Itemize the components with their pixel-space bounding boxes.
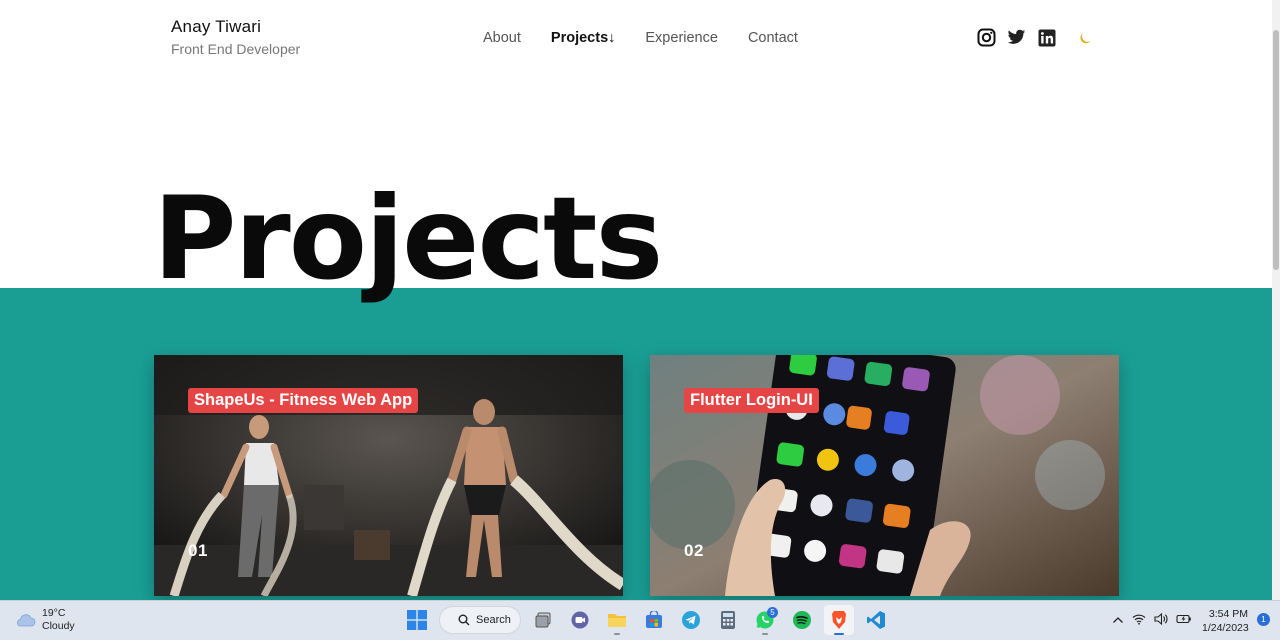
whatsapp-icon[interactable]: 5 bbox=[750, 605, 780, 635]
nav-contact[interactable]: Contact bbox=[748, 30, 798, 46]
wifi-icon[interactable] bbox=[1132, 612, 1146, 630]
windows-start-icon[interactable] bbox=[402, 605, 432, 635]
calculator-icon[interactable] bbox=[713, 605, 743, 635]
project-card-shapeus[interactable]: ShapeUs - Fitness Web App 01 bbox=[154, 355, 623, 596]
scrollbar-thumb[interactable] bbox=[1273, 30, 1279, 270]
whatsapp-badge: 5 bbox=[767, 607, 778, 618]
search-icon bbox=[458, 614, 470, 626]
clock-time: 3:54 PM bbox=[1208, 608, 1248, 620]
file-explorer-icon[interactable] bbox=[602, 605, 632, 635]
nav-projects[interactable]: Projects↓ bbox=[551, 30, 615, 46]
task-view-icon[interactable] bbox=[528, 605, 558, 635]
project-number: 01 bbox=[188, 541, 208, 560]
notification-badge[interactable]: 1 bbox=[1257, 613, 1270, 626]
social-links bbox=[977, 28, 1056, 47]
project-title[interactable]: ShapeUs - Fitness Web App bbox=[188, 388, 419, 413]
system-tray bbox=[1112, 612, 1192, 630]
twitter-icon[interactable] bbox=[1007, 28, 1026, 47]
taskbar-search[interactable]: Search bbox=[439, 606, 521, 634]
page-scrollbar[interactable] bbox=[1272, 0, 1280, 600]
weather-condition: Cloudy bbox=[42, 620, 75, 632]
nav-about[interactable]: About bbox=[483, 30, 521, 46]
site-header: Anay Tiwari Front End Developer About Pr… bbox=[0, 0, 1272, 80]
brand-role: Front End Developer bbox=[171, 41, 301, 57]
project-number: 02 bbox=[684, 541, 704, 560]
page-title: Projects bbox=[153, 172, 663, 305]
nav-experience[interactable]: Experience bbox=[645, 30, 718, 46]
instagram-icon[interactable] bbox=[977, 28, 996, 47]
taskbar-clock[interactable]: 3:54 PM 1/24/2023 bbox=[1202, 607, 1249, 635]
search-label: Search bbox=[476, 614, 511, 626]
weather-widget[interactable]: 19°C Cloudy bbox=[14, 607, 75, 633]
chevron-up-icon[interactable] bbox=[1112, 612, 1124, 630]
project-card-flutter-login[interactable]: Flutter Login-UI 02 bbox=[650, 355, 1119, 596]
main-nav: About Projects↓ Experience Contact bbox=[483, 30, 798, 46]
project-title[interactable]: Flutter Login-UI bbox=[684, 388, 819, 413]
windows-taskbar: 19°C Cloudy Search 5 3:54 PM 1/24/2023 1 bbox=[0, 600, 1280, 640]
vscode-icon[interactable] bbox=[861, 605, 891, 635]
brand[interactable]: Anay Tiwari Front End Developer bbox=[171, 17, 300, 57]
brand-name[interactable]: Anay Tiwari bbox=[171, 17, 300, 37]
telegram-icon[interactable] bbox=[676, 605, 706, 635]
volume-icon[interactable] bbox=[1154, 612, 1168, 630]
moon-icon[interactable] bbox=[1076, 29, 1094, 47]
cloud-icon bbox=[17, 614, 36, 627]
battery-icon[interactable] bbox=[1176, 612, 1192, 630]
teams-chat-icon[interactable] bbox=[565, 605, 595, 635]
weather-temp: 19°C bbox=[42, 607, 66, 619]
linkedin-icon[interactable] bbox=[1037, 28, 1056, 47]
brave-browser-icon[interactable] bbox=[824, 605, 854, 635]
microsoft-store-icon[interactable] bbox=[639, 605, 669, 635]
spotify-icon[interactable] bbox=[787, 605, 817, 635]
clock-date: 1/24/2023 bbox=[1202, 622, 1249, 634]
taskbar-apps: Search 5 bbox=[402, 605, 891, 635]
